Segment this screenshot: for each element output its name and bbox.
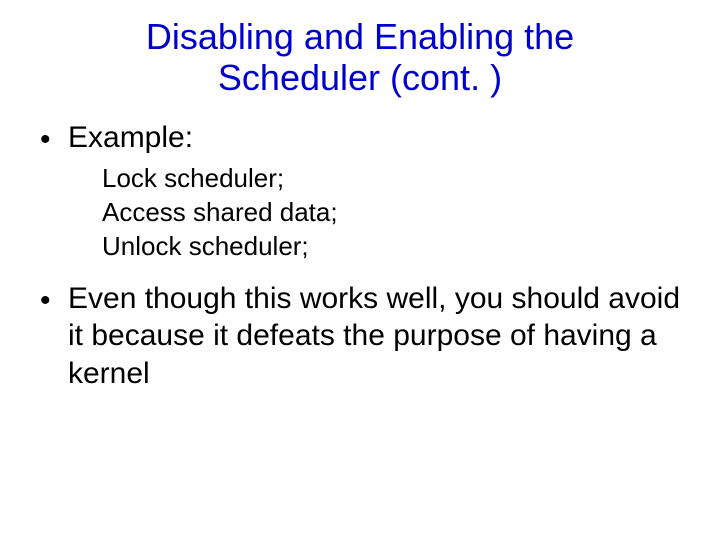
list-item: • Example:: [40, 119, 690, 159]
bullet-list: • Example: Lock scheduler; Access shared…: [40, 119, 690, 392]
list-item: • Even though this works well, you shoul…: [40, 280, 690, 393]
slide: Disabling and Enabling the Scheduler (co…: [0, 0, 720, 540]
bullet-text: Example:: [68, 119, 690, 157]
sub-item: Lock scheduler;: [102, 162, 690, 196]
sub-item: Unlock scheduler;: [102, 230, 690, 264]
bullet-icon: •: [40, 280, 68, 320]
bullet-icon: •: [40, 119, 68, 159]
slide-title: Disabling and Enabling the Scheduler (co…: [70, 16, 650, 99]
bullet-text: Even though this works well, you should …: [68, 280, 690, 393]
sub-item: Access shared data;: [102, 196, 690, 230]
sub-list: Lock scheduler; Access shared data; Unlo…: [102, 162, 690, 263]
